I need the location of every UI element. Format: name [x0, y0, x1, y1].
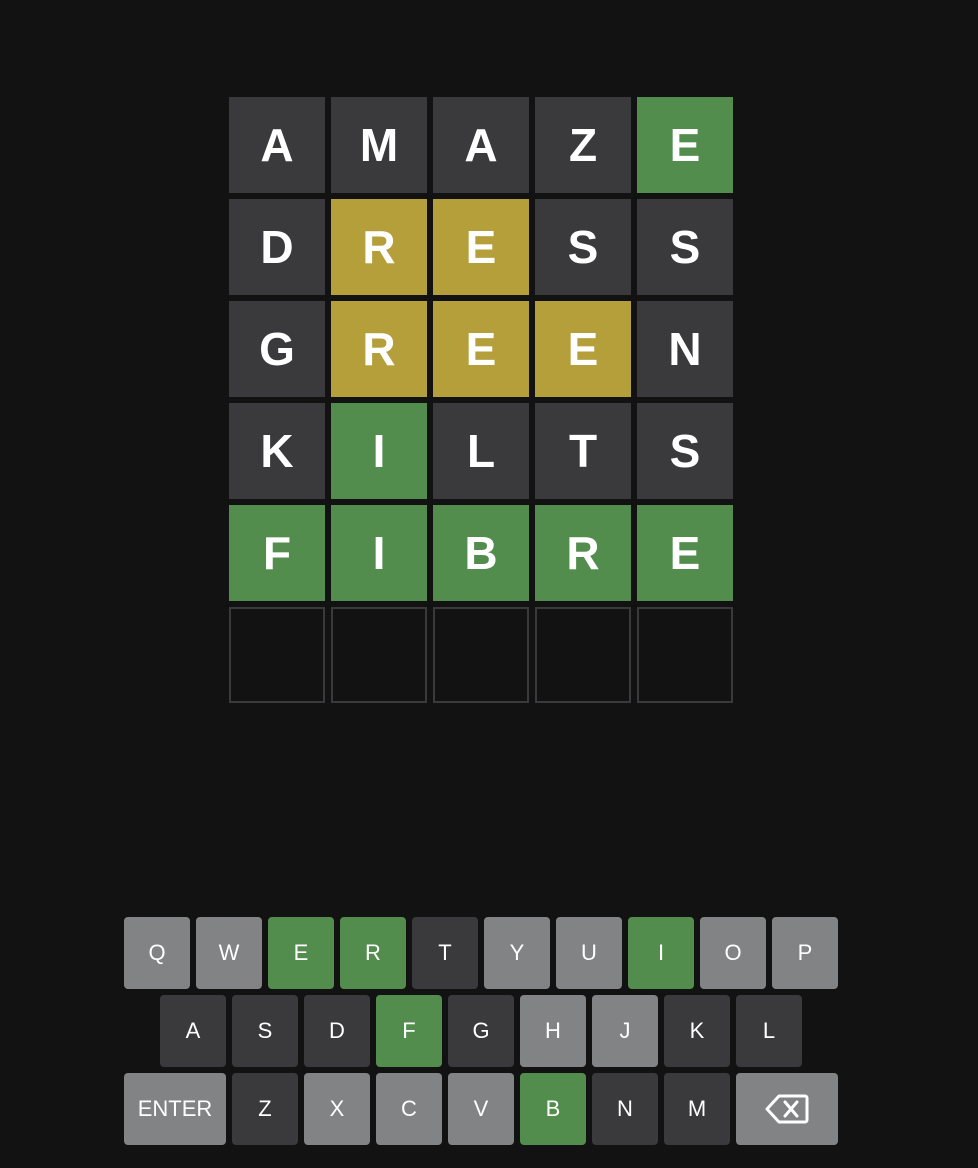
keyboard-row: QWERTYUIOP: [124, 917, 838, 989]
empty-tile: [535, 607, 631, 703]
letter-tile: L: [433, 403, 529, 499]
letter-tile: K: [229, 403, 325, 499]
letter-tile: R: [331, 199, 427, 295]
letter-tile: B: [433, 505, 529, 601]
empty-tile: [229, 607, 325, 703]
key-m[interactable]: M: [664, 1073, 730, 1145]
key-n[interactable]: N: [592, 1073, 658, 1145]
empty-tile: [433, 607, 529, 703]
key-k[interactable]: K: [664, 995, 730, 1067]
key-s[interactable]: S: [232, 995, 298, 1067]
key-g[interactable]: G: [448, 995, 514, 1067]
key-l[interactable]: L: [736, 995, 802, 1067]
key-y[interactable]: Y: [484, 917, 550, 989]
letter-tile: Z: [535, 97, 631, 193]
letter-tile: R: [535, 505, 631, 601]
letter-tile: D: [229, 199, 325, 295]
letter-tile: T: [535, 403, 631, 499]
letter-tile: R: [331, 301, 427, 397]
letter-tile: A: [433, 97, 529, 193]
key-v[interactable]: V: [448, 1073, 514, 1145]
letter-tile: S: [637, 199, 733, 295]
backspace-icon: [765, 1093, 809, 1125]
key-u[interactable]: U: [556, 917, 622, 989]
letter-tile: E: [637, 505, 733, 601]
key-i[interactable]: I: [628, 917, 694, 989]
letter-tile: S: [535, 199, 631, 295]
key-c[interactable]: C: [376, 1073, 442, 1145]
key-f[interactable]: F: [376, 995, 442, 1067]
key-j[interactable]: J: [592, 995, 658, 1067]
key-r[interactable]: R: [340, 917, 406, 989]
letter-tile: E: [433, 301, 529, 397]
keyboard-row: ENTER Z X C V B N M: [124, 1073, 838, 1145]
on-screen-keyboard: Q W E R T Y U I O P A S D F G H J K L ENTER Z X C V B N M: [124, 917, 838, 1151]
letter-tile: G: [229, 301, 325, 397]
key-z[interactable]: Z: [232, 1073, 298, 1145]
letter-tile: S: [637, 403, 733, 499]
key-h[interactable]: H: [520, 995, 586, 1067]
empty-tile: [331, 607, 427, 703]
backspace-key[interactable]: [736, 1073, 838, 1145]
key-q[interactable]: Q: [124, 917, 190, 989]
letter-tile: M: [331, 97, 427, 193]
letter-tile: I: [331, 505, 427, 601]
letter-tile: N: [637, 301, 733, 397]
key-o[interactable]: O: [700, 917, 766, 989]
key-b[interactable]: B: [520, 1073, 586, 1145]
enter-key[interactable]: ENTER: [124, 1073, 226, 1145]
key-p[interactable]: P: [772, 917, 838, 989]
letter-tile: I: [331, 403, 427, 499]
key-w[interactable]: W: [196, 917, 262, 989]
letter-tile: E: [637, 97, 733, 193]
key-d[interactable]: D: [304, 995, 370, 1067]
letter-tile: E: [433, 199, 529, 295]
game-board: AMAZEDRESSGREENKILTSFIBRE: [229, 97, 733, 703]
key-x[interactable]: X: [304, 1073, 370, 1145]
key-a[interactable]: A: [160, 995, 226, 1067]
letter-tile: F: [229, 505, 325, 601]
key-e[interactable]: E: [268, 917, 334, 989]
key-t[interactable]: T: [412, 917, 478, 989]
letter-tile: A: [229, 97, 325, 193]
keyboard-row: ASDFGHJKL: [124, 995, 838, 1067]
letter-tile: E: [535, 301, 631, 397]
empty-tile: [637, 607, 733, 703]
